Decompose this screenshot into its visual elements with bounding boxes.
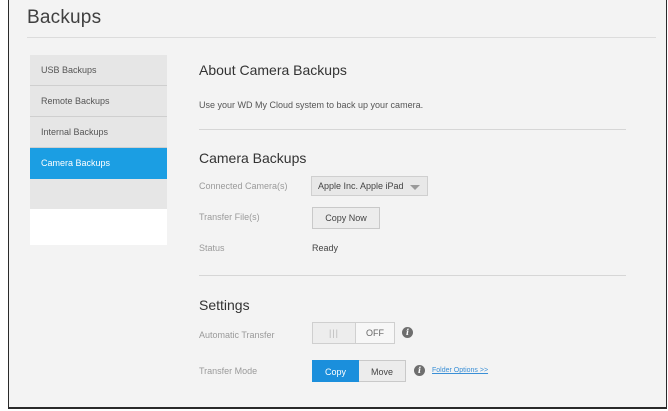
status-value: Ready [312, 243, 339, 253]
toggle-state: OFF [366, 328, 384, 338]
section-divider [199, 129, 626, 130]
transfer-mode-selector: Copy Move [312, 360, 406, 382]
folder-options-link[interactable]: Folder Options >> [432, 367, 488, 374]
info-icon[interactable]: i [414, 365, 425, 376]
automatic-transfer-label: Automatic Transfer [199, 330, 275, 340]
sidebar: USB Backups Remote Backups Internal Back… [30, 55, 167, 245]
sidebar-filler [30, 179, 167, 209]
sidebar-item-internal-backups[interactable]: Internal Backups [30, 117, 167, 148]
sidebar-item-camera-backups[interactable]: Camera Backups [30, 148, 167, 179]
chevron-down-icon [410, 185, 420, 190]
transfer-files-label: Transfer File(s) [199, 212, 260, 222]
settings-section-title: Settings [199, 297, 250, 313]
automatic-transfer-toggle[interactable]: ||| OFF [312, 322, 395, 344]
copy-now-button[interactable]: Copy Now [312, 207, 380, 229]
about-section-title: About Camera Backups [199, 62, 347, 78]
info-icon[interactable]: i [402, 327, 413, 338]
sidebar-item-usb-backups[interactable]: USB Backups [30, 55, 167, 86]
camera-backups-section-title: Camera Backups [199, 150, 307, 166]
transfer-mode-move-option[interactable]: Move [359, 360, 406, 382]
title-divider [27, 37, 656, 38]
toggle-grip: ||| [313, 323, 356, 343]
sidebar-spacer [30, 209, 167, 245]
connected-cameras-label: Connected Camera(s) [199, 181, 288, 191]
about-description: Use your WD My Cloud system to back up y… [199, 100, 424, 110]
connected-camera-value: Apple Inc. Apple iPad [318, 181, 404, 191]
transfer-mode-copy-option[interactable]: Copy [312, 360, 359, 382]
section-divider [199, 275, 626, 276]
connected-camera-select[interactable]: Apple Inc. Apple iPad [311, 176, 428, 196]
sidebar-item-remote-backups[interactable]: Remote Backups [30, 86, 167, 117]
status-label: Status [199, 243, 225, 253]
page-title: Backups [27, 7, 102, 28]
transfer-mode-label: Transfer Mode [199, 366, 258, 376]
